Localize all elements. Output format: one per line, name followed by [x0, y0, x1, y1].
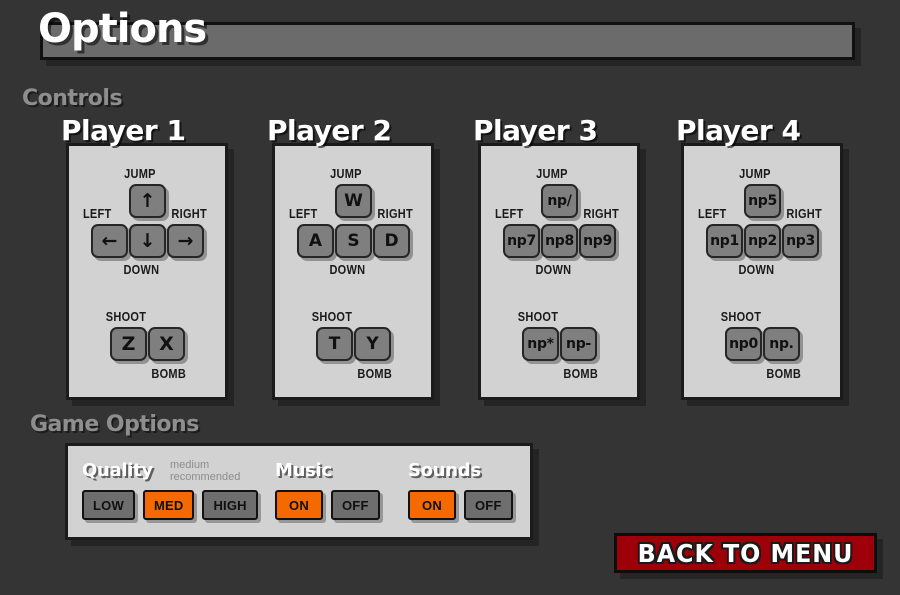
sounds-buttons: ON OFF: [408, 490, 513, 520]
label-right-p3: RIGHT: [583, 207, 619, 221]
key-bomb-p3[interactable]: np-: [560, 327, 597, 361]
key-left-p2[interactable]: A: [297, 224, 334, 258]
key-right-p2[interactable]: D: [373, 224, 410, 258]
key-down-p4[interactable]: np2: [744, 224, 781, 258]
key-jump-p1[interactable]: ↑: [129, 184, 166, 218]
page-title: Options: [38, 6, 207, 52]
label-bomb-p4: BOMB: [766, 367, 802, 381]
key-right-p3[interactable]: np9: [579, 224, 616, 258]
label-bomb-p2: BOMB: [357, 367, 393, 381]
music-option-off[interactable]: OFF: [331, 490, 380, 520]
label-jump-p2: JUMP: [330, 167, 362, 181]
key-shoot-p4[interactable]: np0: [725, 327, 762, 361]
back-to-menu-label: BACK TO MENU: [637, 538, 854, 568]
key-left-p4[interactable]: np1: [706, 224, 743, 258]
player-panel-3: Player 3 JUMP np/LEFT np7 DOWN np8 RIGHT np9 SHO…: [473, 117, 640, 400]
key-shoot-p1[interactable]: Z: [110, 327, 147, 361]
key-jump-p4[interactable]: np5: [744, 184, 781, 218]
music-buttons: ON OFF: [275, 490, 380, 520]
player-title-3: Player 3: [473, 114, 598, 147]
controls-section-heading: Controls: [22, 86, 123, 111]
label-left-p3: LEFT: [494, 207, 524, 221]
player-panel-4: Player 4 JUMP np5 LEFT np1 DOWN np2 RIGHT np3 SHO…: [676, 117, 843, 400]
key-down-p3[interactable]: np8: [541, 224, 578, 258]
key-left-p1[interactable]: ←: [91, 224, 128, 258]
label-right-p1: RIGHT: [171, 207, 207, 221]
quality-option-high[interactable]: HIGH: [202, 490, 258, 520]
quality-buttons: LOW MED HIGH: [82, 490, 258, 520]
label-jump-p4: JUMP: [739, 167, 771, 181]
key-right-p4[interactable]: np3: [782, 224, 819, 258]
label-bomb-p1: BOMB: [151, 367, 187, 381]
label-left-p4: LEFT: [697, 207, 727, 221]
sounds-option-off[interactable]: OFF: [464, 490, 513, 520]
label-shoot-p3: SHOOT: [517, 310, 559, 324]
label-right-p2: RIGHT: [377, 207, 413, 221]
key-jump-p2[interactable]: W: [335, 184, 372, 218]
quality-recommendation-note: medium recommended: [170, 459, 241, 483]
key-jump-p3[interactable]: np/: [541, 184, 578, 218]
key-down-p2[interactable]: S: [335, 224, 372, 258]
player-title-4: Player 4: [676, 114, 801, 147]
key-bomb-p1[interactable]: X: [148, 327, 185, 361]
quality-option-med[interactable]: MED: [142, 490, 195, 520]
key-right-p1[interactable]: →: [167, 224, 204, 258]
label-left-p2: LEFT: [288, 207, 318, 221]
label-down-p2: DOWN: [329, 263, 366, 277]
music-option-on[interactable]: ON: [275, 490, 323, 520]
key-left-p3[interactable]: np7: [503, 224, 540, 258]
label-shoot-p2: SHOOT: [311, 310, 353, 324]
label-bomb-p3: BOMB: [563, 367, 599, 381]
key-bomb-p2[interactable]: Y: [354, 327, 391, 361]
music-title: Music: [275, 460, 332, 481]
label-down-p3: DOWN: [535, 263, 572, 277]
label-down-p1: DOWN: [123, 263, 160, 277]
game-options-panel: Quality medium recommended LOW MED HIGH Mu…: [65, 443, 533, 540]
label-jump-p3: JUMP: [536, 167, 568, 181]
sounds-option-on[interactable]: ON: [408, 490, 456, 520]
key-shoot-p2[interactable]: T: [316, 327, 353, 361]
sounds-title: Sounds: [408, 460, 481, 481]
key-down-p1[interactable]: ↓: [129, 224, 166, 258]
player-panel-1: Player 1 JUMP ↑ LEFT ← DOWN ↓ RIGHT → SHOOT Z BOMB X: [61, 117, 228, 400]
label-down-p4: DOWN: [738, 263, 775, 277]
player-title-2: Player 2: [267, 114, 392, 147]
game-options-section-heading: Game Options: [30, 412, 199, 437]
quality-option-low[interactable]: LOW: [82, 490, 135, 520]
player-panel-2: Player 2 JUMP W LEFT A DOWN S RIGHT D SHOOT T BOMB Y: [267, 117, 434, 400]
label-left-p1: LEFT: [82, 207, 112, 221]
label-right-p4: RIGHT: [786, 207, 822, 221]
label-shoot-p1: SHOOT: [105, 310, 147, 324]
player-title-1: Player 1: [61, 114, 186, 147]
quality-title: Quality: [82, 460, 153, 481]
label-shoot-p4: SHOOT: [720, 310, 762, 324]
label-jump-p1: JUMP: [124, 167, 156, 181]
back-to-menu-button[interactable]: BACK TO MENU: [614, 533, 877, 573]
key-shoot-p3[interactable]: np*: [522, 327, 559, 361]
key-bomb-p4[interactable]: np.: [763, 327, 800, 361]
